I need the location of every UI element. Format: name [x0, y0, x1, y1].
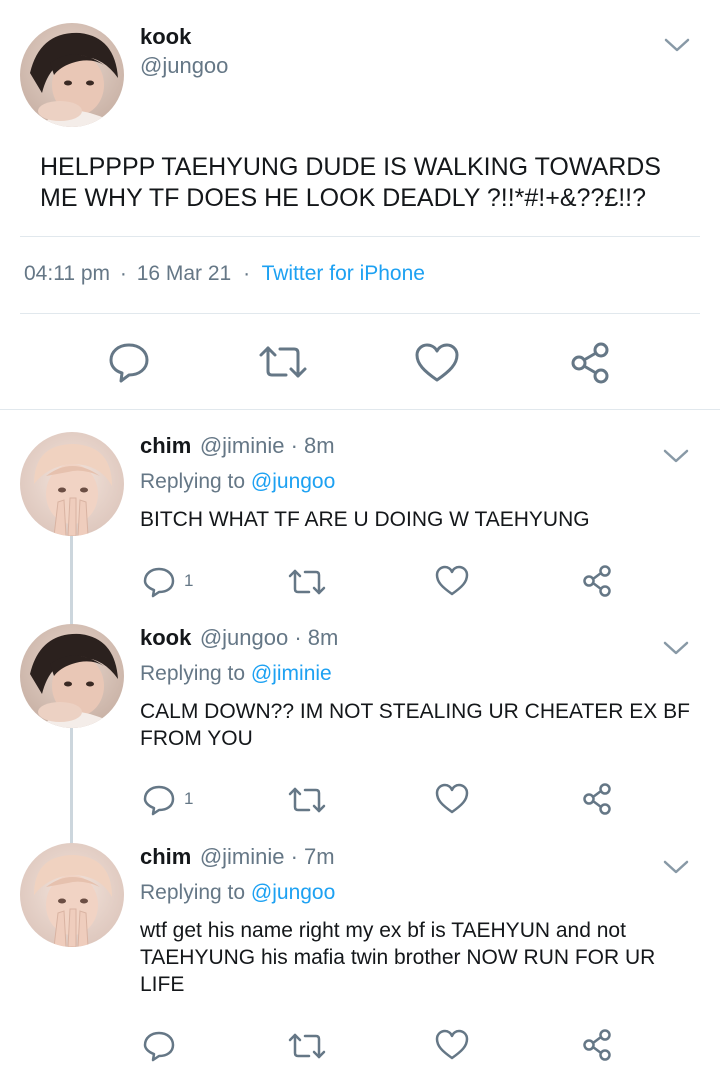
- share-icon[interactable]: [581, 782, 613, 816]
- tweet-source-link[interactable]: Twitter for iPhone: [262, 262, 425, 285]
- chevron-down-icon[interactable]: [662, 639, 690, 657]
- divider: [20, 236, 700, 237]
- author-name[interactable]: kook: [140, 24, 191, 50]
- heart-icon[interactable]: [435, 783, 469, 815]
- reply-text-line: TAEHYUNG his mafia twin brother NOW RUN …: [140, 946, 656, 969]
- reply-text-line: FROM YOU: [140, 727, 253, 750]
- reply-count: 1: [184, 571, 194, 590]
- tweet-date: 16 Mar 21: [136, 262, 232, 285]
- author-handle[interactable]: @jungoo: [140, 53, 228, 79]
- retweet-icon[interactable]: [288, 785, 326, 815]
- reply-text-line: BITCH WHAT TF ARE U DOING W TAEHYUNG: [140, 508, 590, 531]
- reply-count: 1: [184, 789, 194, 808]
- chevron-down-icon[interactable]: [662, 447, 690, 465]
- tweet-text-line-2: ME WHY TF DOES HE LOOK DEADLY ?!!*#!+&??…: [40, 184, 647, 212]
- tweet-time: 04:11 pm: [24, 262, 110, 285]
- heart-icon[interactable]: [435, 1029, 469, 1061]
- tweet-meta: 04:11 pm · 16 Mar 21 · Twitter for iPhon…: [24, 262, 425, 286]
- thread-line: [70, 728, 73, 844]
- replying-to-label: Replying to: [140, 470, 246, 493]
- heart-icon[interactable]: [414, 342, 460, 384]
- reply-icon[interactable]: [142, 1030, 176, 1062]
- replying-to-handle[interactable]: @jiminie: [251, 662, 332, 685]
- thread-line: [70, 536, 73, 626]
- reply-text: CALM DOWN?? IM NOT STEALING UR CHEATER E…: [140, 698, 690, 752]
- share-icon[interactable]: [581, 564, 613, 598]
- replying-to: Replying to @jiminie: [140, 662, 332, 686]
- reply-text-line: LIFE: [140, 973, 185, 996]
- share-icon[interactable]: [581, 1028, 613, 1062]
- meta-separator: ·: [243, 262, 251, 285]
- reply-icon[interactable]: [142, 566, 176, 598]
- reply-text-line: wtf get his name right my ex bf is TAEHY…: [140, 919, 626, 942]
- meta-separator: ·: [119, 262, 127, 285]
- replying-to: Replying to @jungoo: [140, 470, 335, 494]
- author-name[interactable]: kook: [140, 625, 191, 650]
- retweet-icon[interactable]: [258, 343, 308, 381]
- reply-icon[interactable]: [107, 341, 151, 383]
- avatar[interactable]: [20, 624, 124, 728]
- avatar[interactable]: [20, 843, 124, 947]
- retweet-icon[interactable]: [288, 567, 326, 597]
- replying-to-handle[interactable]: @jungoo: [251, 881, 335, 904]
- author-name[interactable]: chim: [140, 433, 191, 458]
- replying-to: Replying to @jungoo: [140, 881, 335, 905]
- divider: [20, 313, 700, 314]
- share-icon[interactable]: [568, 341, 612, 385]
- reply-text: BITCH WHAT TF ARE U DOING W TAEHYUNG: [140, 506, 590, 533]
- reply-header: kook @jungoo · 8m: [140, 625, 338, 651]
- tweet-text-line-1: HELPPPP TAEHYUNG DUDE IS WALKING TOWARDS: [40, 153, 661, 181]
- author-handle[interactable]: @jungoo · 8m: [200, 625, 339, 650]
- replying-to-label: Replying to: [140, 662, 246, 685]
- avatar[interactable]: [20, 432, 124, 536]
- retweet-icon[interactable]: [288, 1031, 326, 1061]
- reply-text-line: CALM DOWN?? IM NOT STEALING UR CHEATER E…: [140, 700, 690, 723]
- reply-text: wtf get his name right my ex bf is TAEHY…: [140, 917, 655, 998]
- reply-header: chim @jiminie · 7m: [140, 844, 335, 870]
- author-handle[interactable]: @jiminie · 7m: [200, 844, 335, 869]
- reply-header: chim @jiminie · 8m: [140, 433, 335, 459]
- replying-to-handle[interactable]: @jungoo: [251, 470, 335, 493]
- author-handle[interactable]: @jiminie · 8m: [200, 433, 335, 458]
- heart-icon[interactable]: [435, 565, 469, 597]
- avatar[interactable]: [20, 23, 124, 127]
- author-name[interactable]: chim: [140, 844, 191, 869]
- chevron-down-icon[interactable]: [662, 858, 690, 876]
- reply-icon[interactable]: [142, 784, 176, 816]
- replying-to-label: Replying to: [140, 881, 246, 904]
- divider: [0, 409, 720, 410]
- chevron-down-icon[interactable]: [663, 36, 691, 54]
